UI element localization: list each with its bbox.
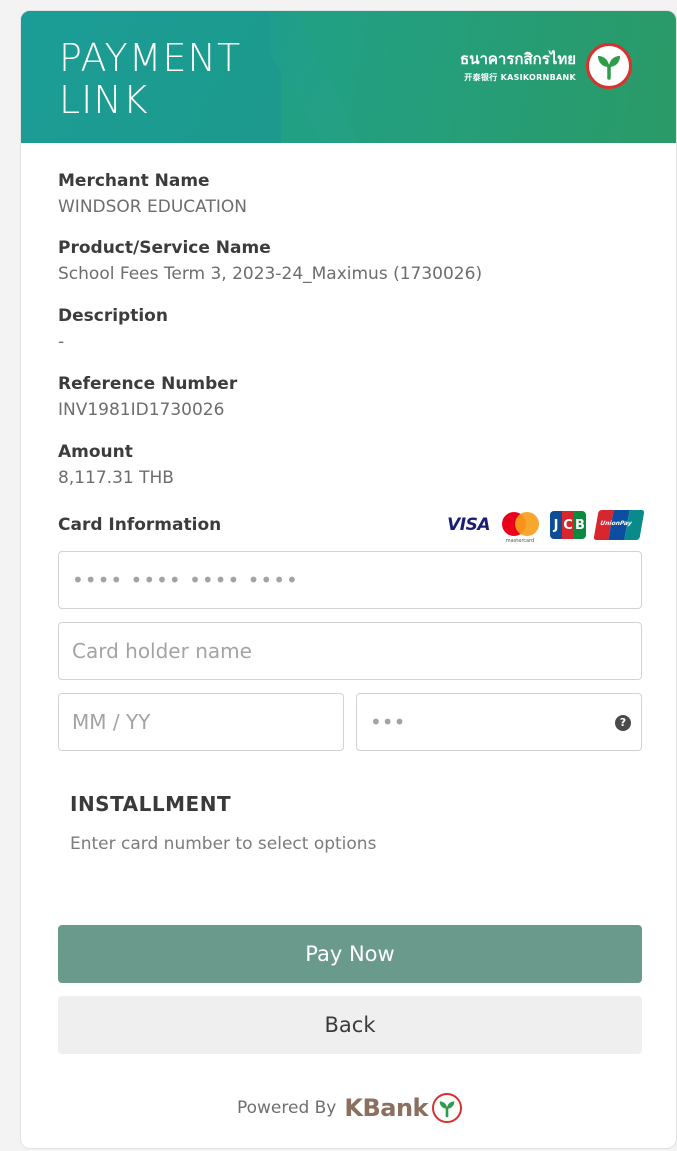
installment-title: INSTALLMENT — [70, 792, 232, 816]
mastercard-caption: mastercard — [505, 538, 535, 544]
card-holder-input[interactable] — [58, 622, 642, 680]
amount-field: Amount 8,117.31 THB — [58, 442, 174, 489]
title-line-1: PAYMENT — [59, 36, 242, 80]
expiry-input[interactable] — [58, 693, 344, 751]
page-title: PAYMENT LINK — [59, 37, 241, 121]
merchant-field: Merchant Name WINDSOR EDUCATION — [58, 171, 247, 218]
kbank-wordmark: KBank — [344, 1094, 429, 1122]
description-field: Description - — [58, 306, 168, 353]
description-value: - — [58, 332, 65, 352]
installment-hint: Enter card number to select options — [70, 834, 377, 854]
header-wedge — [269, 11, 359, 143]
bank-name-thai: ธนาคารกสิกรไทย — [460, 49, 576, 68]
card-number-input[interactable] — [58, 551, 642, 609]
visa-icon: VISA — [447, 515, 490, 535]
kasikorn-leaf-icon — [432, 1093, 463, 1123]
powered-by-footer: Powered By KBank — [21, 1093, 676, 1123]
mastercard-icon: mastercard — [500, 510, 540, 544]
cvv-input[interactable] — [356, 693, 642, 751]
amount-value: 8,117.31 THB — [58, 468, 174, 488]
merchant-label: Merchant Name — [58, 171, 210, 191]
bank-name-en: 开泰银行 KASIKORNBANK — [464, 72, 576, 82]
question-circle-icon[interactable]: ? — [615, 715, 631, 731]
card-brand-logos: VISA mastercard J C B UnionPay — [447, 510, 645, 544]
jcb-icon: J C B — [550, 511, 586, 539]
bank-name: ธนาคารกสิกรไทย 开泰银行 KASIKORNBANK — [460, 50, 576, 83]
card-info-row: Card Information VISA mastercard J C B U… — [58, 510, 645, 544]
title-line-2: LINK — [59, 78, 149, 122]
kasikorn-leaf-icon — [586, 43, 632, 89]
amount-label: Amount — [58, 442, 133, 462]
product-field: Product/Service Name School Fees Term 3,… — [58, 238, 482, 285]
pay-now-button[interactable]: Pay Now — [58, 925, 642, 983]
merchant-value: WINDSOR EDUCATION — [58, 197, 247, 217]
product-value: School Fees Term 3, 2023-24_Maximus (173… — [58, 264, 483, 284]
reference-field: Reference Number INV1981ID1730026 — [58, 374, 237, 421]
product-label: Product/Service Name — [58, 238, 271, 258]
bank-brand: ธนาคารกสิกรไทย 开泰银行 KASIKORNBANK — [460, 43, 632, 89]
header-banner: PAYMENT LINK ธนาคารกสิกรไทย 开泰银行 KASIKOR… — [21, 11, 676, 143]
powered-by-text: Powered By — [236, 1098, 337, 1118]
unionpay-text: UnionPay — [599, 520, 633, 527]
card-info-label: Card Information — [58, 515, 222, 535]
back-button[interactable]: Back — [58, 996, 642, 1054]
unionpay-icon: UnionPay — [593, 510, 645, 540]
description-label: Description — [58, 306, 168, 326]
payment-card: PAYMENT LINK ธนาคารกสิกรไทย 开泰银行 KASIKOR… — [20, 10, 677, 1149]
reference-label: Reference Number — [58, 374, 238, 394]
reference-value: INV1981ID1730026 — [58, 400, 225, 420]
